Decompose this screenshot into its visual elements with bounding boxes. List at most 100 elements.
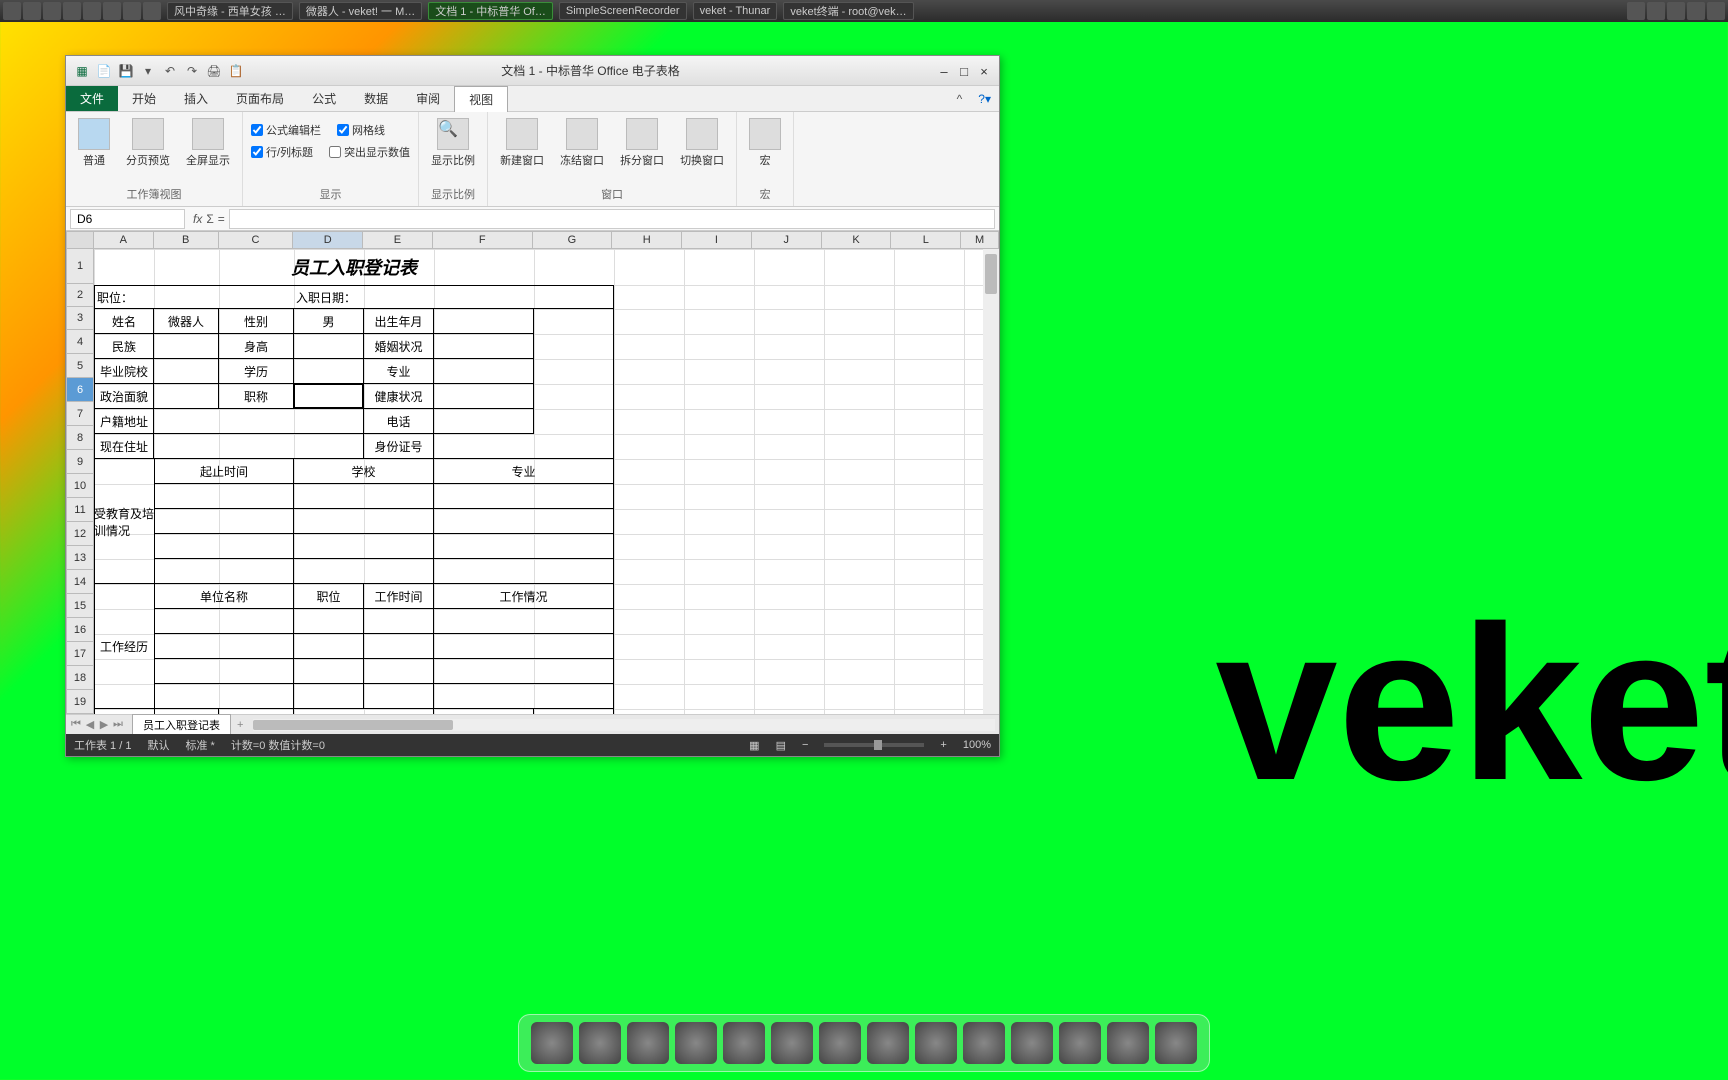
row-header[interactable]: 12 <box>66 522 94 546</box>
cell[interactable]: 工作时间 <box>364 584 434 609</box>
cell[interactable]: 微器人 <box>154 309 219 334</box>
cell[interactable] <box>154 534 294 559</box>
macro-button[interactable]: 宏 <box>745 116 785 170</box>
minimize-icon[interactable]: – <box>937 64 951 78</box>
view-fullscreen-button[interactable]: 全屏显示 <box>182 116 234 170</box>
cell[interactable] <box>434 509 614 534</box>
dock-item[interactable] <box>771 1022 813 1064</box>
zoom-slider[interactable] <box>824 743 924 747</box>
cell[interactable] <box>294 659 364 684</box>
cell[interactable] <box>364 659 434 684</box>
cell[interactable]: 电话 <box>434 709 534 714</box>
check-formula-bar[interactable]: 公式编辑栏 <box>251 120 321 140</box>
row-header[interactable]: 5 <box>66 354 94 378</box>
panel-icon[interactable] <box>143 2 161 20</box>
cell[interactable]: 毕业院校 <box>94 359 154 384</box>
cell[interactable] <box>434 659 614 684</box>
cell[interactable]: 婚姻状况 <box>364 334 434 359</box>
panel-icon[interactable] <box>23 2 41 20</box>
zoom-button[interactable]: 🔍显示比例 <box>427 116 479 170</box>
column-header[interactable]: L <box>891 231 961 249</box>
menu-file[interactable]: 文件 <box>66 86 118 111</box>
row-header[interactable]: 2 <box>66 284 94 307</box>
panel-icon[interactable] <box>3 2 21 20</box>
cell[interactable] <box>434 384 534 409</box>
select-all-corner[interactable] <box>66 231 94 249</box>
cell[interactable] <box>294 359 364 384</box>
check-gridlines[interactable]: 网格线 <box>337 120 385 140</box>
panel-icon[interactable] <box>103 2 121 20</box>
check-highlight[interactable]: 突出显示数值 <box>329 142 410 162</box>
cell[interactable] <box>294 484 434 509</box>
cell[interactable]: 身高 <box>219 334 294 359</box>
cell[interactable] <box>294 559 434 584</box>
tray-icon[interactable] <box>1707 2 1725 20</box>
cell[interactable] <box>154 334 219 359</box>
dock-item[interactable] <box>723 1022 765 1064</box>
panel-icon[interactable] <box>63 2 81 20</box>
cell-grid[interactable]: 员工入职登记表职位：入职日期：姓名微器人性别男出生年月民族身高婚姻状况毕业院校学… <box>94 249 999 714</box>
cell[interactable] <box>294 334 364 359</box>
cell[interactable] <box>434 434 614 459</box>
freeze-panes-button[interactable]: 冻结窗口 <box>556 116 608 170</box>
name-box[interactable] <box>70 209 185 229</box>
cell[interactable]: 单位名称 <box>154 584 294 609</box>
menu-start[interactable]: 开始 <box>118 86 170 111</box>
cell[interactable]: 与本人关系 <box>219 709 294 714</box>
cell[interactable] <box>294 534 434 559</box>
column-header[interactable]: H <box>612 231 682 249</box>
column-header[interactable]: D <box>293 231 363 249</box>
row-header[interactable]: 7 <box>66 402 94 426</box>
check-headings[interactable]: 行/列标题 <box>251 142 313 162</box>
dock-item[interactable] <box>1155 1022 1197 1064</box>
equals-icon[interactable]: = <box>218 212 225 226</box>
cell[interactable] <box>154 559 294 584</box>
cell[interactable] <box>294 384 364 409</box>
redo-icon[interactable]: ↷ <box>184 63 200 79</box>
cell[interactable] <box>434 359 534 384</box>
cell[interactable]: 电话 <box>364 409 434 434</box>
cell[interactable] <box>294 509 434 534</box>
cell[interactable] <box>294 609 364 634</box>
cell[interactable] <box>364 634 434 659</box>
zoom-in-icon[interactable]: + <box>940 739 946 751</box>
dock-item[interactable] <box>915 1022 957 1064</box>
dock-item[interactable] <box>1011 1022 1053 1064</box>
cell[interactable] <box>154 384 219 409</box>
cell[interactable] <box>294 634 364 659</box>
zoom-out-icon[interactable]: − <box>802 739 808 751</box>
row-header[interactable]: 18 <box>66 666 94 690</box>
row-header[interactable]: 8 <box>66 426 94 450</box>
taskbar-item[interactable]: 微器人 - veket! 一 M… <box>299 2 422 20</box>
view-mode-icon[interactable]: ▦ <box>749 739 759 752</box>
cell[interactable] <box>434 609 614 634</box>
tray-icon[interactable] <box>1667 2 1685 20</box>
menu-data[interactable]: 数据 <box>350 86 402 111</box>
dock-item[interactable] <box>627 1022 669 1064</box>
cell[interactable] <box>154 434 364 459</box>
cell[interactable]: 职位 <box>294 584 364 609</box>
dock-item[interactable] <box>819 1022 861 1064</box>
dock-item[interactable] <box>579 1022 621 1064</box>
split-window-button[interactable]: 拆分窗口 <box>616 116 668 170</box>
tray-icon[interactable] <box>1687 2 1705 20</box>
column-header[interactable]: C <box>219 231 294 249</box>
dropdown-icon[interactable]: ▾ <box>140 63 156 79</box>
close-icon[interactable]: × <box>977 64 991 78</box>
cell[interactable] <box>364 684 434 709</box>
cell[interactable] <box>154 634 294 659</box>
taskbar-item[interactable]: SimpleScreenRecorder <box>559 2 687 20</box>
switch-window-button[interactable]: 切换窗口 <box>676 116 728 170</box>
row-header[interactable]: 17 <box>66 642 94 666</box>
view-mode-icon[interactable]: ▤ <box>776 739 786 752</box>
dock-item[interactable] <box>1059 1022 1101 1064</box>
new-window-button[interactable]: 新建窗口 <box>496 116 548 170</box>
cell[interactable]: 员工入职登记表 <box>94 249 614 285</box>
fx-icon[interactable]: fx <box>193 212 202 226</box>
formula-input[interactable] <box>229 209 995 229</box>
cell[interactable]: 男 <box>294 309 364 334</box>
menu-layout[interactable]: 页面布局 <box>222 86 298 111</box>
preview-icon[interactable]: 📋 <box>228 63 244 79</box>
sheet-tab[interactable]: 员工入职登记表 <box>132 714 231 735</box>
cell[interactable] <box>154 684 294 709</box>
